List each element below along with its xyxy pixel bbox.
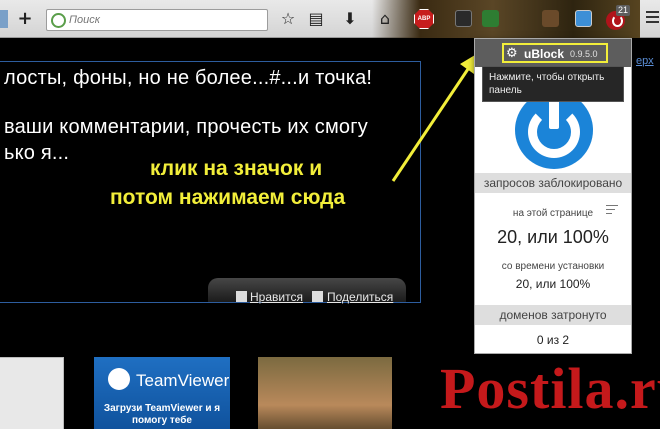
teamviewer-title: TeamViewer <box>136 371 230 390</box>
since-install-label: со времени установки <box>501 261 605 272</box>
domains-header: доменов затронуто <box>475 305 631 325</box>
teamviewer-logo-icon <box>108 368 130 390</box>
photo-thumbnail[interactable] <box>258 357 392 429</box>
ublock-name[interactable]: uBlock <box>524 47 564 61</box>
domains-value: 0 из 2 <box>536 333 570 347</box>
watermark: Postila.ru <box>440 356 660 421</box>
power-button[interactable] <box>515 91 593 169</box>
tooltip: Нажмите, чтобы открыть панель <box>482 66 624 102</box>
browser-window: + ☆ ▤ ⬇ ⌂ ABP 21 лосты, фоны, но не боле… <box>0 0 660 429</box>
thumbnail[interactable] <box>0 357 64 429</box>
like-link[interactable]: Нравится <box>250 290 303 304</box>
teamviewer-subtitle: Загрузи TeamViewer и я помогу тебе <box>103 403 221 426</box>
power-icon-stem <box>549 99 559 129</box>
ublock-version: 0.9.5.0 <box>570 49 598 59</box>
share-link[interactable]: Поделиться <box>327 290 393 304</box>
on-this-page-value: 20, или 100% <box>497 227 609 247</box>
requests-blocked-header: запросов заблокировано <box>475 173 631 193</box>
share-icon[interactable] <box>312 291 323 302</box>
to-top-link[interactable]: ерх <box>636 55 654 67</box>
since-install-value: 20, или 100% <box>515 277 591 291</box>
plus-icon[interactable] <box>236 291 247 302</box>
sort-icon[interactable] <box>606 205 618 218</box>
gear-icon[interactable]: ⚙ <box>506 46 518 61</box>
